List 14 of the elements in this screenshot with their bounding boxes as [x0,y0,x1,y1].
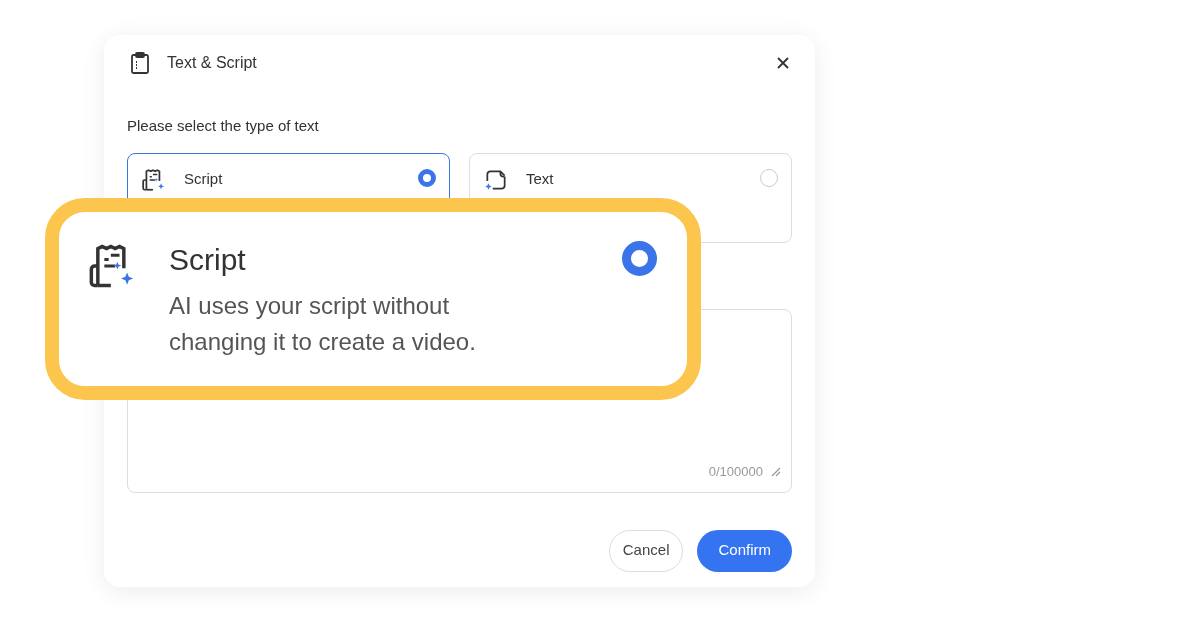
confirm-button[interactable]: Confirm [697,529,792,572]
dialog-title: Text & Script [167,53,257,73]
option-title: Text [526,168,554,189]
radio-button[interactable] [760,168,778,187]
script-sparkle-icon [141,166,167,193]
callout-title: Script [169,242,247,278]
resize-handle-icon[interactable] [771,466,781,477]
cancel-button[interactable]: Cancel [608,529,684,572]
prompt-label: Please select the type of text [127,116,320,136]
radio-button[interactable] [418,168,436,187]
character-counter: 0/100000 [708,463,763,481]
radio-button[interactable] [622,241,657,276]
option-title: Script [184,168,223,189]
clipboard-icon [130,52,150,74]
